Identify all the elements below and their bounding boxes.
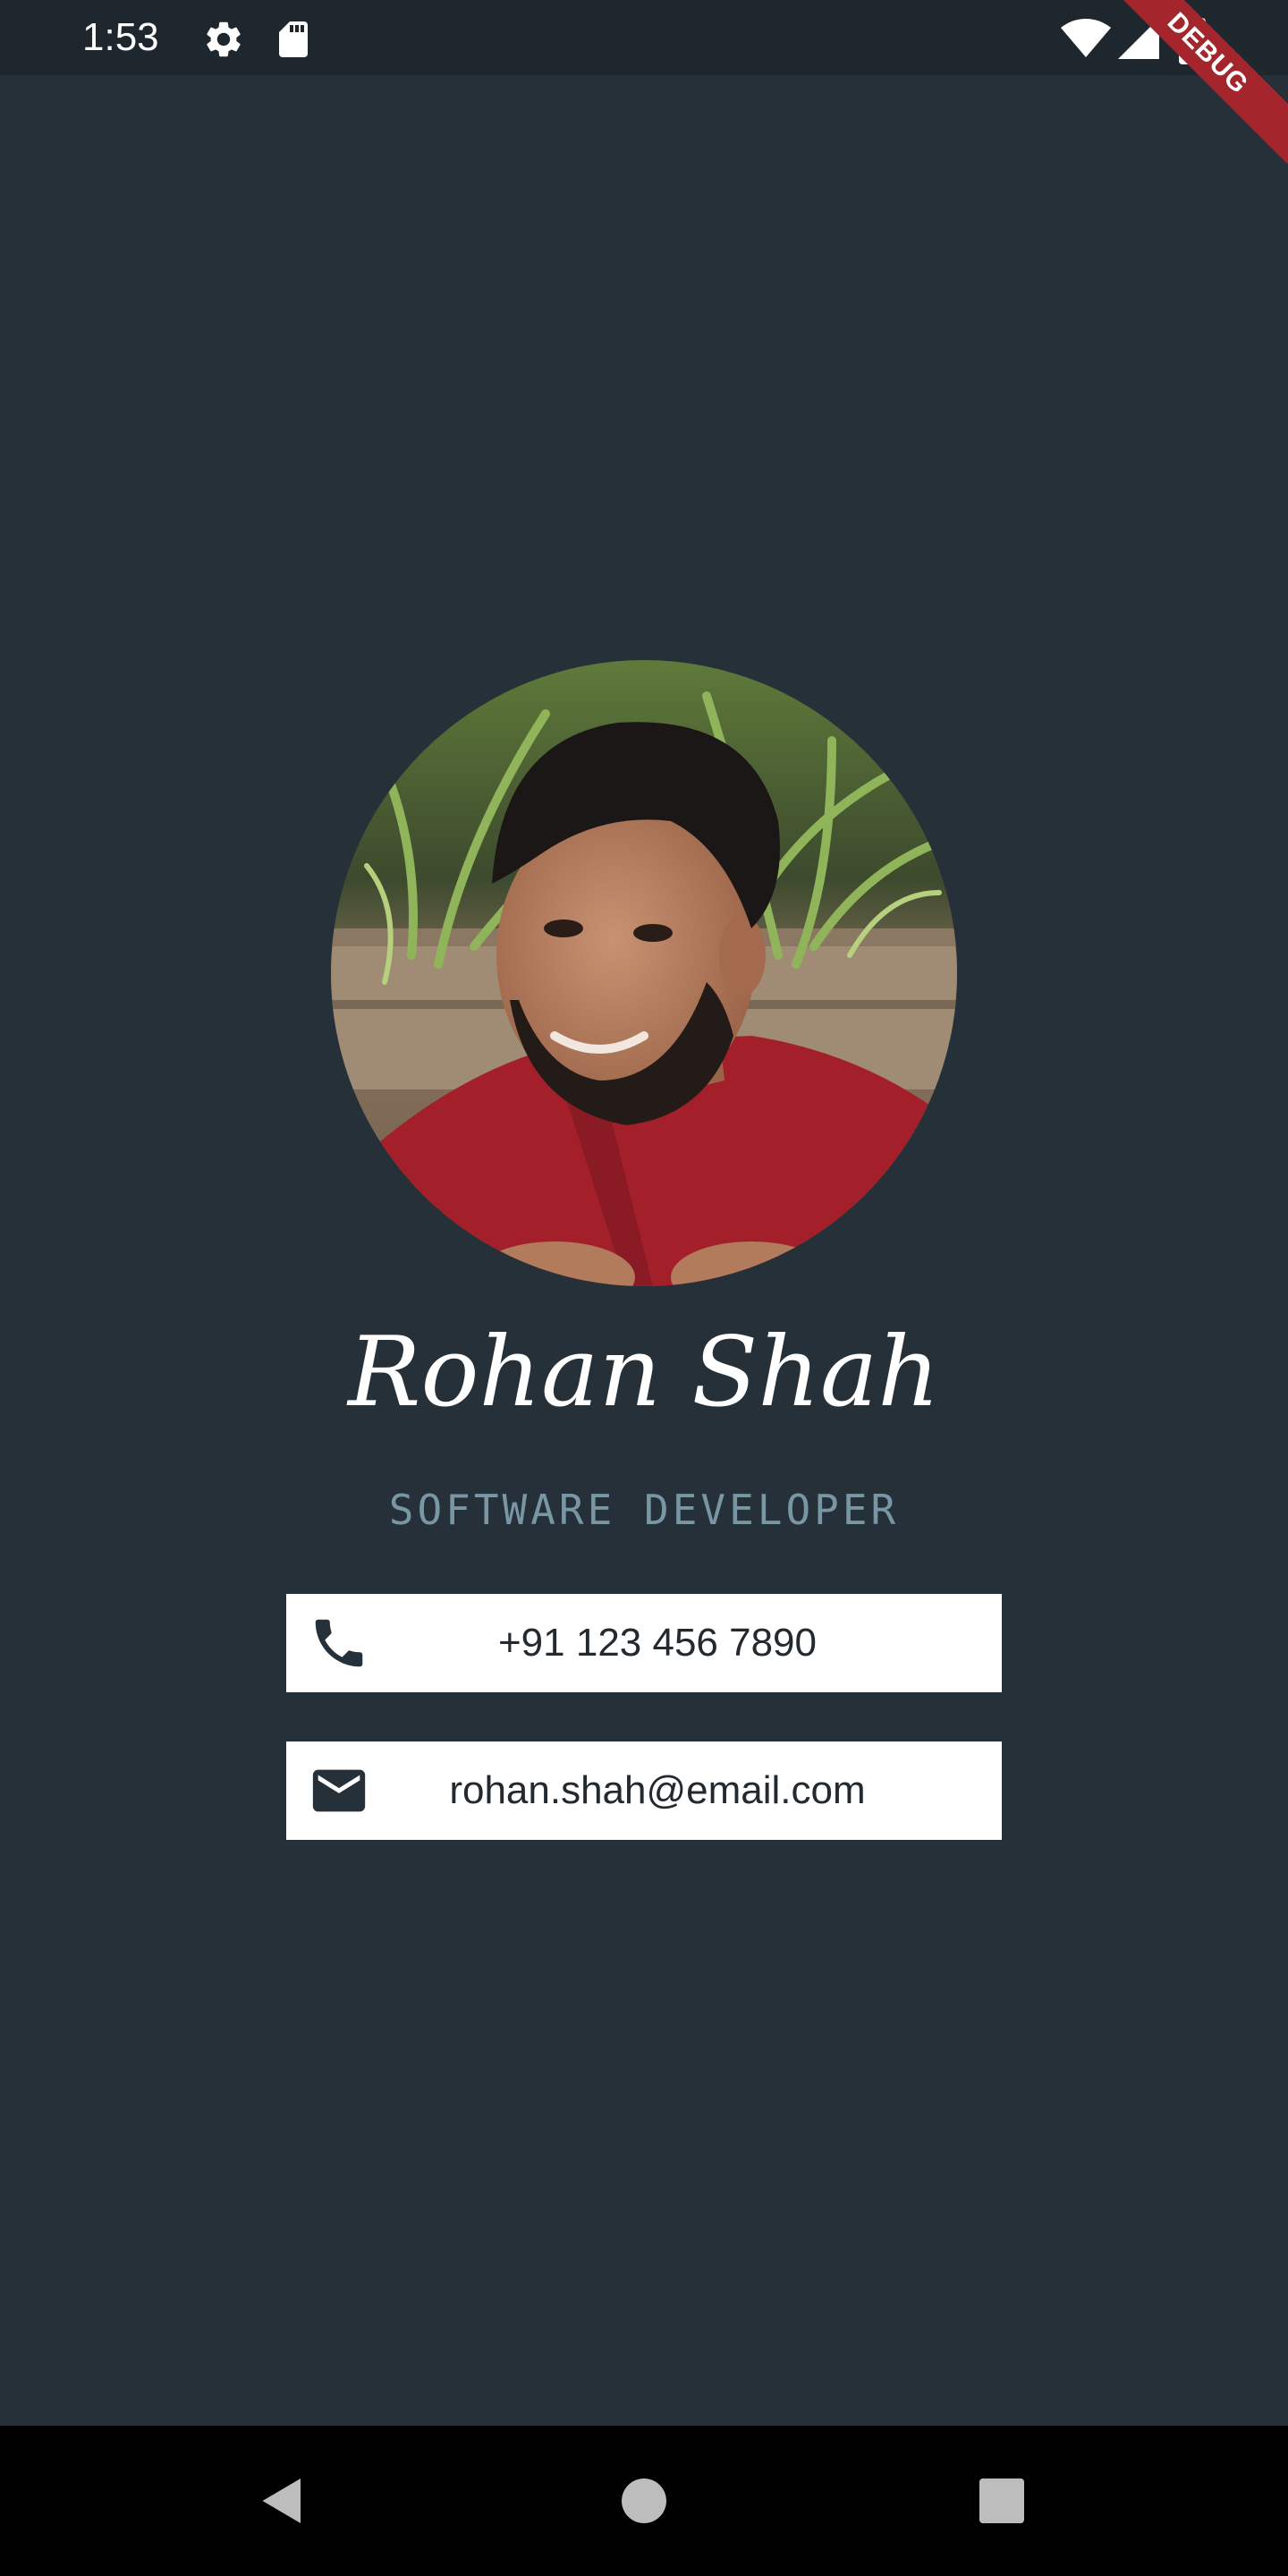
avatar xyxy=(331,660,957,1286)
debug-banner: DEBUG xyxy=(1097,0,1288,165)
phone-number: +91 123 456 7890 xyxy=(497,1621,818,1665)
status-time: 1:53 xyxy=(82,15,159,59)
recents-icon[interactable] xyxy=(975,2474,1029,2528)
back-icon[interactable] xyxy=(256,2474,309,2528)
phone-card[interactable]: +91 123 456 7890 xyxy=(286,1594,1002,1692)
navigation-bar xyxy=(0,2426,1288,2576)
profile-photo xyxy=(331,660,957,1286)
sd-card-icon xyxy=(279,21,308,57)
debug-banner-wrap: DEBUG xyxy=(1091,0,1288,197)
home-icon[interactable] xyxy=(617,2474,671,2528)
gear-icon xyxy=(207,21,241,57)
email-address: rohan.shah@email.com xyxy=(449,1768,866,1812)
profile-title: SOFTWARE DEVELOPER xyxy=(388,1486,900,1534)
email-card[interactable]: rohan.shah@email.com xyxy=(286,1741,1002,1840)
profile-name: Rohan Shah xyxy=(348,1317,940,1428)
